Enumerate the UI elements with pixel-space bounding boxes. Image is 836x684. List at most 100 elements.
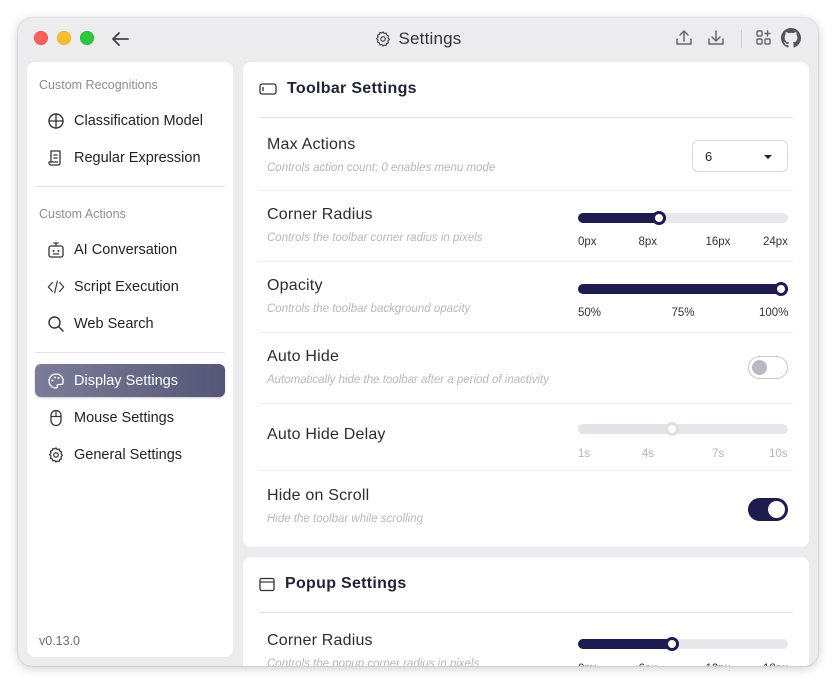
setting-row-opacity: Opacity Controls the toolbar background … [259,262,793,332]
gear-icon [376,31,391,47]
toggle-knob [768,501,785,518]
slider-fill [578,639,680,649]
select-value: 6 [705,148,713,164]
slider-tick-label: 7s [712,448,725,460]
sidebar-item-label: Regular Expression [74,149,201,166]
slider-tick-label: 4s [642,448,655,460]
window-icon [259,577,275,591]
slider-tick-label: 100% [759,307,789,319]
sidebar-item-label: Script Execution [74,278,179,295]
sidebar-item-regular-expression[interactable]: Regular Expression [35,141,225,174]
github-button[interactable] [780,27,802,49]
zoom-window-button[interactable] [80,31,94,45]
sidebar-divider [35,352,225,353]
palette-icon [47,372,65,390]
toolbar-divider [741,30,742,48]
slider-tick-label: 8px [638,236,658,248]
opacity-slider[interactable] [578,282,788,296]
slider-thumb[interactable] [651,211,666,225]
toolbar-icon [259,83,277,95]
github-icon [781,28,801,48]
setting-description: Controls the popup corner radius in pixe… [267,658,480,666]
gear-icon [47,446,65,464]
setting-label: Corner Radius [267,632,373,649]
slider-tick-label: 0px [578,236,597,248]
search-icon [47,315,65,333]
minimize-window-button[interactable] [57,31,71,45]
settings-content[interactable]: Toolbar Settings Max Actions Controls ac… [243,62,809,666]
export-icon [676,30,692,45]
globe-grid-icon [47,112,65,130]
settings-window: Settings Custom Recognitions Classificat… [18,18,818,666]
toggle-knob [752,360,767,375]
setting-label: Auto Hide [267,348,340,365]
sidebar-item-label: Display Settings [74,372,178,389]
setting-row-auto-hide-delay: Auto Hide Delay 1s 4s 7s 10s [259,404,793,470]
sidebar-item-label: General Settings [74,446,183,463]
slider-tick-label: 50% [578,307,602,319]
setting-description: Controls the toolbar background opacity [267,303,471,315]
sidebar-item-mouse-settings[interactable]: Mouse Settings [35,401,225,434]
setting-description: Controls the toolbar corner radius in pi… [267,232,483,244]
setting-label: Corner Radius [267,206,373,223]
scroll-icon [47,149,65,167]
slider-tick-label: 1s [578,448,591,460]
max-actions-select[interactable]: 6 [692,140,788,172]
slider-thumb[interactable] [774,282,788,296]
setting-description: Controls action count; 0 enables menu mo… [267,162,496,174]
setting-label: Hide on Scroll [267,487,370,504]
setting-label: Auto Hide Delay [267,426,386,443]
slider-ticks: 0px 6px 12px 18px [578,663,788,666]
auto-hide-toggle[interactable] [748,356,788,379]
window-title: Settings [18,27,818,51]
slider-ticks: 1s 4s 7s 10s [578,448,788,462]
apps-add-icon [756,30,771,45]
import-button[interactable] [705,27,727,49]
sidebar-item-ai-conversation[interactable]: AI Conversation [35,233,225,266]
back-button[interactable] [108,27,132,51]
auto-hide-delay-slider[interactable] [578,422,788,436]
setting-description: Hide the toolbar while scrolling [267,513,423,525]
mouse-icon [47,409,65,427]
slider-thumb[interactable] [665,422,680,436]
setting-row-hide-on-scroll: Hide on Scroll Hide the toolbar while sc… [259,471,793,541]
slider-tick-label: 18px [763,663,788,666]
hide-on-scroll-toggle[interactable] [748,498,788,521]
setting-row-corner-radius: Corner Radius Controls the toolbar corne… [259,191,793,261]
corner-radius-slider[interactable] [578,211,788,225]
slider-tick-label: 0px [578,663,597,666]
sidebar-item-general-settings[interactable]: General Settings [35,438,225,471]
setting-row-max-actions: Max Actions Controls action count; 0 ena… [259,118,793,190]
sidebar-item-classification-model[interactable]: Classification Model [35,104,225,137]
slider-ticks: 50% 75% 100% [578,307,788,321]
card-header: Toolbar Settings [259,80,417,98]
setting-label: Max Actions [267,136,356,153]
sidebar-item-web-search[interactable]: Web Search [35,307,225,340]
popup-corner-radius-slider[interactable] [578,637,788,651]
slider-tick-label: 12px [706,663,731,666]
export-button[interactable] [673,27,695,49]
title-bar: Settings [18,18,818,60]
slider-fill [578,424,680,434]
setting-row-popup-corner-radius: Corner Radius Controls the popup corner … [259,613,793,666]
code-icon [47,278,65,296]
sidebar-item-display-settings[interactable]: Display Settings [35,364,225,397]
sidebar-divider [35,186,225,187]
section-header-custom-recognitions: Custom Recognitions [39,78,158,92]
sidebar-item-label: Classification Model [74,112,203,129]
robot-icon [47,241,65,259]
sidebar-item-label: Web Search [74,315,154,332]
window-title-text: Settings [398,29,462,48]
slider-tick-label: 16px [705,236,731,248]
setting-row-auto-hide: Auto Hide Automatically hide the toolbar… [259,333,793,403]
slider-thumb[interactable] [665,637,680,651]
close-window-button[interactable] [34,31,48,45]
sidebar-item-label: Mouse Settings [74,409,174,426]
slider-fill [578,284,788,294]
sidebar: Custom Recognitions Classification Model… [27,62,233,657]
toolbar-settings-card: Toolbar Settings Max Actions Controls ac… [243,62,809,547]
sidebar-item-script-execution[interactable]: Script Execution [35,270,225,303]
card-header: Popup Settings [259,575,407,593]
arrow-left-icon [112,32,129,46]
apps-button[interactable] [753,27,775,49]
